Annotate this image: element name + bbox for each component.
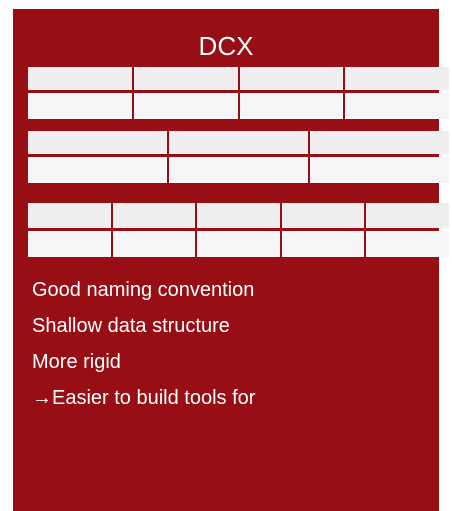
table-cell xyxy=(310,131,449,154)
table-cell xyxy=(28,157,167,183)
feature-list: Good naming convention Shallow data stru… xyxy=(32,272,255,416)
table-cell xyxy=(345,93,449,119)
table-cell xyxy=(133,93,238,119)
list-item: More rigid xyxy=(32,351,121,373)
table-cell xyxy=(366,203,449,228)
table-cell xyxy=(310,157,449,183)
list-item: Shallow data structure xyxy=(32,315,230,337)
table-header-row xyxy=(28,203,449,228)
list-item: Good naming convention xyxy=(32,279,255,301)
table-cell xyxy=(281,203,365,228)
table-cell xyxy=(197,231,280,257)
table-cell xyxy=(169,157,308,183)
table-placeholder-2 xyxy=(28,131,449,183)
table-cell xyxy=(28,131,167,154)
table-row xyxy=(28,93,449,119)
table-header-row xyxy=(28,67,449,90)
table-placeholder-1 xyxy=(28,67,449,119)
table-row xyxy=(28,157,449,183)
table-cell xyxy=(197,203,280,228)
list-item: →Easier to build tools for xyxy=(32,387,256,409)
table-cell xyxy=(239,93,344,119)
table-cell xyxy=(28,93,132,119)
table-cell xyxy=(28,203,111,228)
card-title: DCX xyxy=(198,31,254,61)
table-cell xyxy=(345,67,449,90)
table-cell xyxy=(28,231,111,257)
table-header-row xyxy=(28,131,449,154)
dcx-card: DCX Good naming convention Shallow data … xyxy=(13,9,449,511)
table-cell xyxy=(28,67,132,90)
table-cell xyxy=(239,67,344,90)
table-row xyxy=(28,231,449,257)
table-cell xyxy=(366,231,449,257)
table-cell xyxy=(112,203,196,228)
table-cell xyxy=(281,231,365,257)
table-cell xyxy=(112,231,196,257)
table-cell xyxy=(169,131,308,154)
table-placeholder-3 xyxy=(28,203,449,257)
table-cell xyxy=(133,67,238,90)
